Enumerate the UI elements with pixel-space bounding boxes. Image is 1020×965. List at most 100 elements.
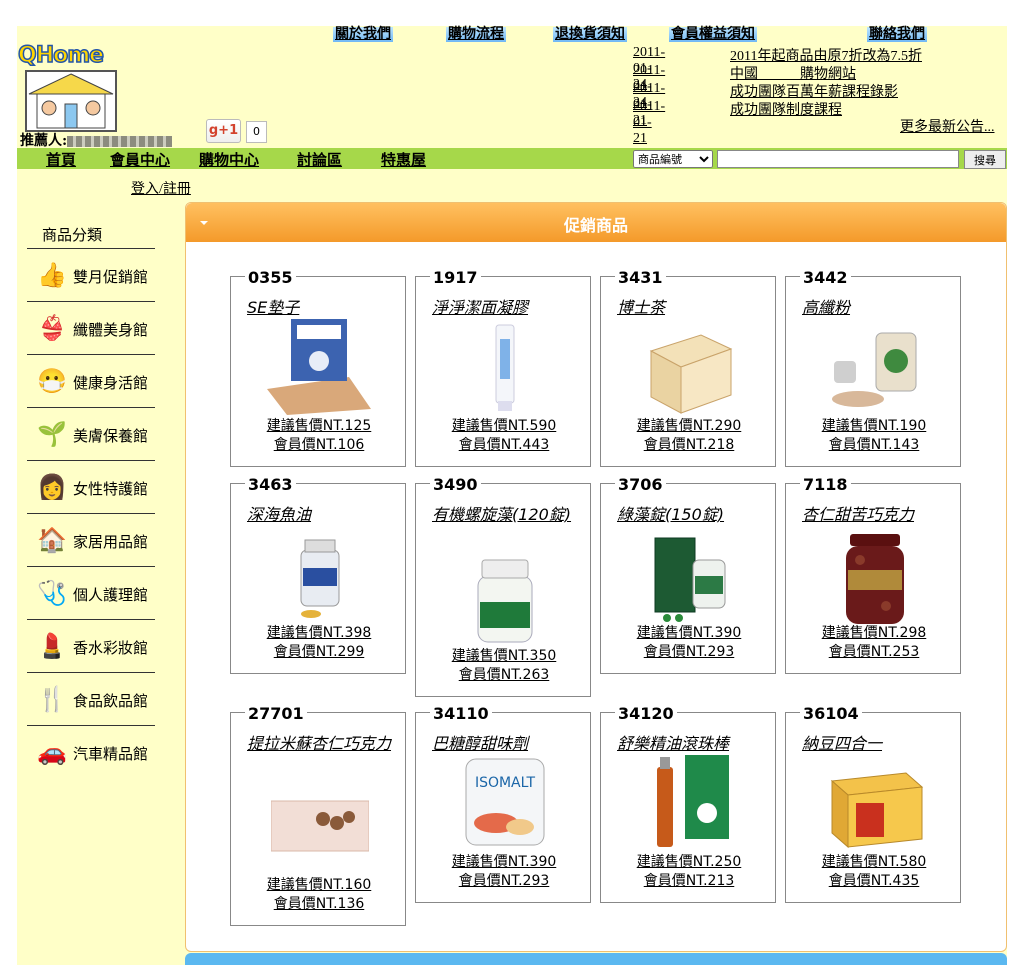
link-shopping-process[interactable]: 購物流程 [446,27,506,42]
product-card[interactable]: 0355 SE墊子 建議售價NT.125 會員價NT.106 [230,268,407,467]
retail-price-link[interactable]: 建議售價NT.390 [601,624,777,643]
product-name-link[interactable]: 淨淨潔面凝膠 [432,296,582,320]
product-image[interactable] [641,321,739,419]
retail-price-link[interactable]: 建議售價NT.298 [786,624,962,643]
product-image[interactable]: ISOMALT [456,753,554,851]
product-card[interactable]: 34110 巴糖醇甜味劑 ISOMALT 建議售價NT.390 會員價NT.29… [415,704,592,903]
product-name-link[interactable]: 杏仁甜苦巧克力 [802,503,952,527]
collapse-triangle-icon[interactable] [200,221,208,225]
product-name-link[interactable]: 綠藻錠(150錠) [617,503,767,527]
link-about[interactable]: 關於我們 [333,27,393,42]
search-input[interactable] [717,150,959,168]
category-label: 個人護理館 [73,586,149,604]
product-image[interactable] [641,530,739,628]
product-image[interactable] [456,321,554,419]
news-link[interactable]: 成功團隊百萬年薪課程錄影 [730,81,898,101]
category-item-slimming[interactable]: 👙 纖體美身館 [27,301,155,354]
product-image[interactable] [826,757,924,855]
product-image[interactable] [826,530,924,628]
category-label: 健康身活館 [73,374,149,392]
retail-price-link[interactable]: 建議售價NT.125 [231,417,407,436]
product-image[interactable] [641,753,739,851]
retail-price-link[interactable]: 建議售價NT.390 [416,853,592,872]
news-link[interactable]: 2011年起商品由原7折改為7.5折 [730,45,922,65]
retail-price-link[interactable]: 建議售價NT.580 [786,853,962,872]
category-item-car[interactable]: 🚗 汽車精品館 [27,725,155,778]
product-name-link[interactable]: 有機螺旋藻(120錠) [432,503,582,527]
category-item-health[interactable]: 😷 健康身活館 [27,354,155,407]
product-code: 3490 [430,475,481,494]
member-price-link[interactable]: 會員價NT.143 [786,436,962,455]
product-card[interactable]: 36104 納豆四合一 建議售價NT.580 會員價NT.435 [785,704,962,903]
retail-price-link[interactable]: 建議售價NT.398 [231,624,407,643]
member-price-link[interactable]: 會員價NT.263 [416,666,592,685]
main-nav: 首頁 會員中心 購物中心 討論區 特惠屋 商品編號 搜尋 [17,148,1007,169]
car-icon: 🚗 [37,740,67,766]
house-icon: 🏠 [37,528,67,554]
nurse-icon: 🩺 [37,581,67,607]
member-price-link[interactable]: 會員價NT.293 [416,872,592,891]
login-register-link[interactable]: 登入/註冊 [131,178,191,198]
nav-member-center[interactable]: 會員中心 [110,149,170,170]
category-item-home[interactable]: 🏠 家居用品館 [27,513,155,566]
product-code: 7118 [800,475,851,494]
nav-forum[interactable]: 討論區 [297,149,342,170]
retail-price-link[interactable]: 建議售價NT.350 [416,647,592,666]
retail-price-link[interactable]: 建議售價NT.250 [601,853,777,872]
nav-specials[interactable]: 特惠屋 [381,149,426,170]
news-link[interactable]: 成功團隊制度課程 [730,99,842,119]
link-contact[interactable]: 聯絡我們 [867,27,927,42]
gplus-button[interactable]: g+1 [206,119,241,143]
category-item-bimonthly-promo[interactable]: 👍 雙月促銷館 [27,248,155,301]
link-returns[interactable]: 退換貨須知 [553,27,627,42]
more-news-link[interactable]: 更多最新公告... [900,116,995,136]
product-image[interactable] [267,317,371,415]
category-item-cosmetics[interactable]: 💄 香水彩妝館 [27,619,155,672]
search-button[interactable]: 搜尋 [964,150,1006,169]
product-name-link[interactable]: 提拉米蘇杏仁巧克力 [247,732,397,756]
product-name-link[interactable]: 深海魚油 [247,503,397,527]
member-price-link[interactable]: 會員價NT.293 [601,643,777,662]
product-card[interactable]: 3490 有機螺旋藻(120錠) 建議售價NT.350 會員價NT.263 [415,475,592,697]
member-price-link[interactable]: 會員價NT.136 [231,895,407,914]
product-card[interactable]: 3706 綠藻錠(150錠) 建議售價NT.390 會員價NT.293 [600,475,777,674]
member-price-link[interactable]: 會員價NT.299 [231,643,407,662]
promo-panel-header: 促銷商品 [186,203,1006,242]
product-name-link[interactable]: 高纖粉 [802,296,952,320]
category-item-skincare[interactable]: 🌱 美膚保養館 [27,407,155,460]
product-image[interactable] [271,781,369,879]
product-image[interactable] [271,530,369,628]
category-item-personal-care[interactable]: 🩺 個人護理館 [27,566,155,619]
member-price-link[interactable]: 會員價NT.106 [231,436,407,455]
news-link[interactable]: 中國 購物網站 [730,63,856,83]
retail-price-link[interactable]: 建議售價NT.590 [416,417,592,436]
product-name-link[interactable]: 博士茶 [617,296,767,320]
retail-price-link[interactable]: 建議售價NT.290 [601,417,777,436]
product-card[interactable]: 34120 舒樂精油滾珠棒 建議售價NT.250 會員價NT.213 [600,704,777,903]
link-member-rights[interactable]: 會員權益須知 [669,27,757,42]
product-image[interactable] [826,321,924,419]
site-logo[interactable]: QHome [17,34,117,132]
nav-shopping-center[interactable]: 購物中心 [199,149,259,170]
member-price-link[interactable]: 會員價NT.253 [786,643,962,662]
product-name-link[interactable]: 納豆四合一 [802,732,952,756]
member-price-link[interactable]: 會員價NT.435 [786,872,962,891]
product-card[interactable]: 3463 深海魚油 建議售價NT.398 會員價NT.299 [230,475,407,674]
member-price-link[interactable]: 會員價NT.213 [601,872,777,891]
retail-price-link[interactable]: 建議售價NT.160 [231,876,407,895]
retail-price-link[interactable]: 建議售價NT.190 [786,417,962,436]
search-type-select[interactable]: 商品編號 [633,150,713,168]
product-image[interactable] [456,552,554,650]
product-card[interactable]: 3431 博士茶 建議售價NT.290 會員價NT.218 [600,268,777,467]
product-card[interactable]: 27701 提拉米蘇杏仁巧克力 建議售價NT.160 會員價NT.136 [230,704,407,926]
product-card[interactable]: 7118 杏仁甜苦巧克力 建議售價NT.298 會員價NT.253 [785,475,962,674]
category-item-women[interactable]: 👩 女性特護館 [27,460,155,513]
product-code: 34110 [430,704,492,723]
category-item-food[interactable]: 🍴 食品飲品館 [27,672,155,725]
member-price-link[interactable]: 會員價NT.218 [601,436,777,455]
product-card[interactable]: 1917 淨淨潔面凝膠 建議售價NT.590 會員價NT.443 [415,268,592,467]
logo-text: QHome [17,42,105,69]
member-price-link[interactable]: 會員價NT.443 [416,436,592,455]
product-card[interactable]: 3442 高纖粉 建議售價NT.190 會員價NT.143 [785,268,962,467]
nav-home[interactable]: 首頁 [46,149,76,170]
